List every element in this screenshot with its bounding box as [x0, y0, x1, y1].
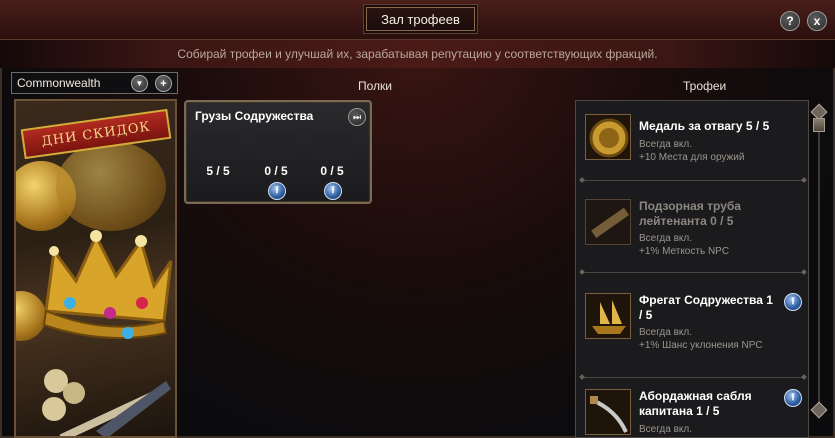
fast-forward-icon[interactable]: ⏭ [348, 108, 366, 126]
gem-icon [136, 297, 148, 309]
scroll-track[interactable] [818, 118, 820, 418]
title-bar: Зал трофеев ? x [0, 0, 835, 40]
subtitle: Собирай трофеи и улучшай их, зарабатывая… [0, 40, 835, 68]
shelf-slot[interactable] [256, 132, 296, 160]
trophy-status: Всегда вкл. [639, 424, 693, 435]
upgrade-arrow-icon[interactable]: ⭱ [324, 182, 342, 200]
shelf-title: Грузы Содружества [195, 109, 314, 123]
help-button[interactable]: ? [780, 11, 800, 31]
divider [582, 180, 804, 181]
plus-icon[interactable]: + [155, 75, 172, 92]
crown-icon [42, 230, 173, 339]
trophy-scrollbar[interactable] [810, 103, 828, 434]
gem-icon [122, 327, 134, 339]
scroll-thumb[interactable] [813, 118, 825, 132]
trophy-bonus: +1% Шанс уклонения NPC [639, 340, 763, 351]
scroll-down-icon[interactable] [810, 401, 828, 419]
trophy-status: Всегда вкл. [639, 139, 693, 150]
trophy-bonus: +1% Меткость NPC [639, 246, 730, 257]
shelf-card[interactable]: Грузы Содружества ⏭ 5 / 5 0 / 5 ⭱ 0 / 5 … [184, 100, 372, 204]
shelf-slot-count: 5 / 5 [206, 164, 230, 178]
gem-icon [104, 307, 116, 319]
trophy-list[interactable]: Медаль за отвагу 5 / 5 Всегда вкл. +10 М… [575, 100, 809, 438]
close-button[interactable]: x [807, 11, 827, 31]
shelf-slot-count: 0 / 5 [264, 164, 288, 178]
trophy-status: Всегда вкл. [639, 233, 693, 244]
upgrade-arrow-icon[interactable]: ⭱ [268, 182, 286, 200]
trophy-name: Медаль за отвагу 5 / 5 [639, 119, 770, 133]
gem-icon [64, 297, 76, 309]
faction-select[interactable]: Commonwealth [11, 72, 178, 94]
medal-icon [585, 114, 631, 160]
discount-promo-banner[interactable]: ДНИ СКИДОК [14, 99, 177, 438]
window-title: Зал трофеев [366, 7, 475, 31]
upgrade-arrow-icon[interactable]: ⭱ [784, 389, 802, 407]
saber-icon [585, 389, 631, 435]
trophy-name: Фрегат Содружества 1 / 5 [639, 293, 773, 322]
trophy-status: Всегда вкл. [639, 327, 693, 338]
upgrade-arrow-icon[interactable]: ⭱ [784, 293, 802, 311]
chevron-down-icon[interactable]: ▼ [131, 75, 148, 92]
frigate-icon [585, 293, 631, 339]
trophy-name: Абордажная сабля капитана 1 / 5 [639, 389, 752, 418]
divider [582, 272, 804, 273]
skulls-and-swords-icon [42, 369, 171, 436]
shelf-slot[interactable] [312, 132, 352, 160]
shelf-slot[interactable] [198, 132, 238, 160]
trophy-name: Подзорная труба лейтенанта 0 / 5 [639, 199, 741, 228]
trophies-header: Трофеи [683, 79, 727, 93]
trophy-bonus: +10 Места для оружий [639, 152, 745, 163]
ornament-icon [56, 141, 166, 231]
divider [582, 377, 804, 378]
faction-select-value: Commonwealth [17, 76, 101, 90]
shelf-slot-count: 0 / 5 [320, 164, 344, 178]
spyglass-icon [585, 199, 631, 245]
shelves-header: Полки [358, 79, 392, 93]
